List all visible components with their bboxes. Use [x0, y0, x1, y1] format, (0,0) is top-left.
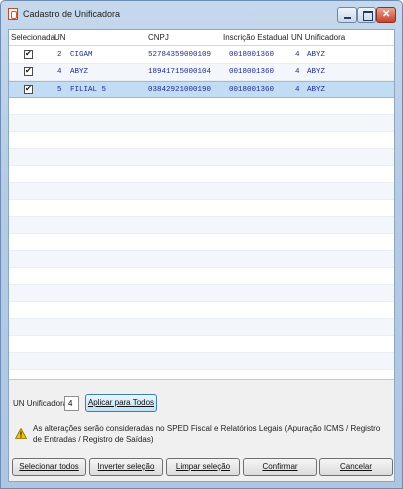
empty-row — [9, 183, 394, 200]
table-row[interactable]: 2 CIGAM 52784359000109 0018001360 4 ABYZ — [9, 47, 394, 64]
confirm-button[interactable]: Confirmar — [243, 458, 317, 476]
empty-row — [9, 149, 394, 166]
unu-code: 4 — [295, 68, 300, 76]
empty-row — [9, 336, 394, 353]
empty-row — [9, 302, 394, 319]
app-logo-icon — [8, 8, 18, 20]
dialog-body: Selecionada UN CNPJ Inscrição Estadual U… — [8, 29, 395, 482]
table-row[interactable]: 4 ABYZ 18941715000104 0018001360 4 ABYZ — [9, 64, 394, 81]
empty-row — [9, 319, 394, 336]
empty-row — [9, 268, 394, 285]
col-header-un-unificadora[interactable]: UN Unificadora — [291, 33, 345, 42]
empty-row — [9, 166, 394, 183]
main-window: Cadastro de Unificadora Selecionada UN C… — [0, 0, 403, 489]
unificadora-label: UN Unificadora — [13, 399, 68, 408]
window-title: Cadastro de Unificadora — [23, 9, 121, 19]
empty-row — [9, 200, 394, 217]
un-name: FILIAL 5 — [70, 86, 107, 94]
warning-icon — [15, 428, 27, 439]
cnpj-value: 18941715000104 — [148, 68, 212, 76]
ie-value: 0018001360 — [229, 51, 275, 59]
empty-row — [9, 115, 394, 132]
title-bar[interactable]: Cadastro de Unificadora — [1, 1, 402, 29]
col-header-cnpj[interactable]: CNPJ — [148, 33, 169, 42]
col-header-un[interactable]: UN — [54, 33, 66, 42]
empty-row — [9, 353, 394, 370]
unu-name: ABYZ — [307, 86, 326, 94]
empty-row — [9, 285, 394, 302]
row-checkbox[interactable] — [24, 66, 33, 76]
grid-rows: 2 CIGAM 52784359000109 0018001360 4 ABYZ… — [9, 47, 394, 370]
invert-selection-button[interactable]: Inverter seleção — [89, 458, 163, 476]
select-all-button[interactable]: Selecionar todos — [12, 458, 86, 476]
un-code: 5 — [57, 86, 62, 94]
empty-row — [9, 98, 394, 115]
table-row-selected[interactable]: 5 FILIAL 5 03842921000190 0018001360 4 A… — [9, 81, 394, 98]
unificadora-input[interactable] — [64, 396, 79, 411]
apply-all-button[interactable]: Aplicar para Todos — [85, 394, 157, 412]
cnpj-value: 03842921000190 — [148, 86, 212, 94]
clear-selection-button[interactable]: Limpar seleção — [166, 458, 240, 476]
minimize-button[interactable] — [337, 7, 357, 23]
col-header-selecionada[interactable]: Selecionada — [11, 33, 55, 42]
un-name: ABYZ — [70, 68, 89, 76]
row-checkbox[interactable] — [24, 84, 33, 94]
un-code: 4 — [57, 68, 62, 76]
grid-header: Selecionada UN CNPJ Inscrição Estadual U… — [9, 30, 394, 46]
close-button[interactable] — [376, 7, 396, 23]
empty-row — [9, 132, 394, 149]
unit-grid[interactable]: Selecionada UN CNPJ Inscrição Estadual U… — [9, 30, 394, 380]
empty-row — [9, 251, 394, 268]
empty-row — [9, 234, 394, 251]
unu-name: ABYZ — [307, 68, 326, 76]
cancel-button[interactable]: Cancelar — [319, 458, 393, 476]
unu-code: 4 — [295, 86, 300, 94]
warning-message: As alterações serão consideradas no SPED… — [33, 424, 381, 444]
cnpj-value: 52784359000109 — [148, 51, 212, 59]
ie-value: 0018001360 — [229, 68, 275, 76]
un-name: CIGAM — [70, 51, 93, 59]
row-checkbox[interactable] — [24, 49, 33, 59]
unu-name: ABYZ — [307, 51, 326, 59]
maximize-button[interactable] — [357, 7, 376, 23]
ie-value: 0018001360 — [229, 86, 275, 94]
col-header-inscricao[interactable]: Inscrição Estadual — [223, 33, 288, 42]
un-code: 2 — [57, 51, 62, 59]
empty-row — [9, 217, 394, 234]
unu-code: 4 — [295, 51, 300, 59]
